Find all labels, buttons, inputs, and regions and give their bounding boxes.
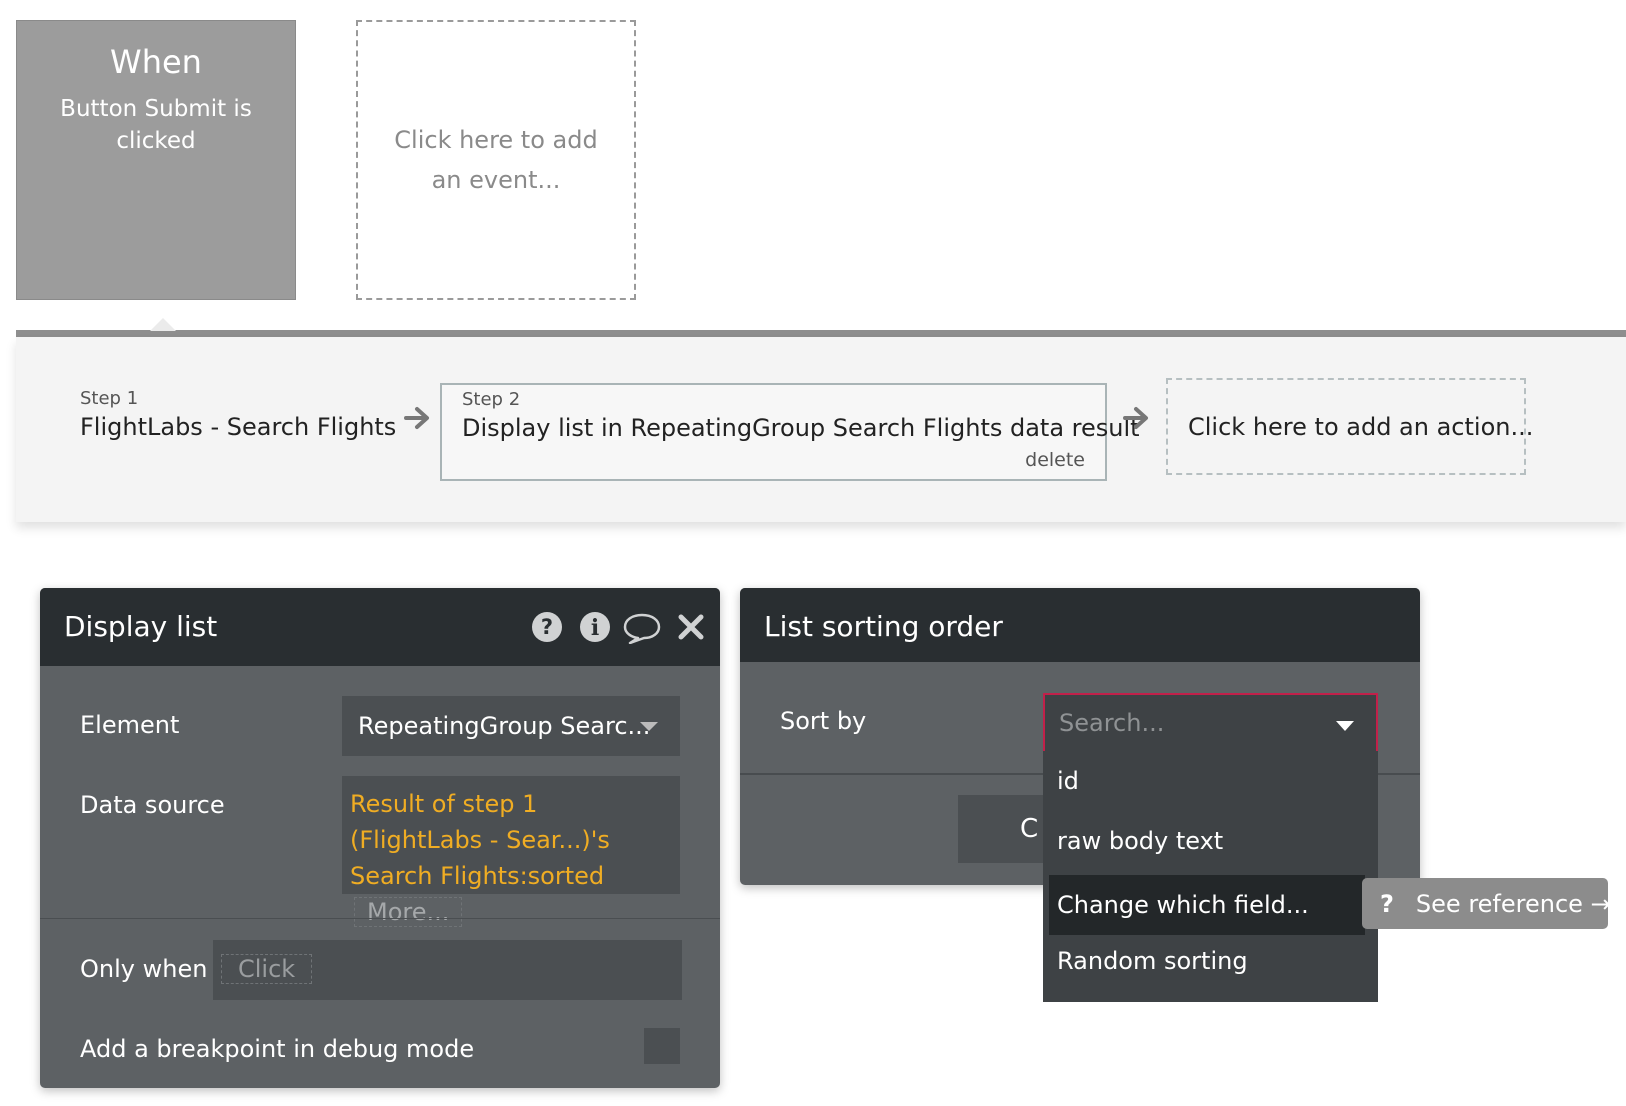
only-when-placeholder[interactable]: Click: [221, 954, 313, 984]
breakpoint-label: Add a breakpoint in debug mode: [80, 1035, 475, 1063]
display-list-panel: Display list ? i Element RepeatingGroup …: [40, 588, 720, 1088]
comment-icon[interactable]: [622, 610, 662, 645]
list-sorting-title: List sorting order: [764, 610, 1003, 643]
sort-options-list: id raw body text Change which field... R…: [1043, 751, 1378, 1002]
info-icon[interactable]: i: [578, 610, 612, 644]
svg-text:i: i: [591, 615, 599, 641]
breakpoint-checkbox[interactable]: [644, 1028, 680, 1064]
confirm-button-label: C: [1020, 814, 1039, 844]
only-when-input[interactable]: Click: [213, 940, 682, 1000]
list-sorting-header: List sorting order: [740, 588, 1420, 662]
sort-option-change-field[interactable]: Change which field...: [1049, 875, 1365, 935]
add-event-label: Click here to add an event...: [394, 126, 598, 194]
element-value: RepeatingGroup Searc...: [358, 712, 651, 740]
question-icon: ?: [1380, 889, 1394, 918]
workflow-divider: [16, 330, 1626, 337]
only-when-label: Only when: [80, 955, 208, 983]
sort-by-label: Sort by: [780, 707, 867, 735]
arrow-right-icon: [1122, 403, 1152, 441]
sort-option-raw-body-text[interactable]: raw body text: [1043, 811, 1378, 871]
step-1-number: Step 1: [80, 388, 139, 409]
see-reference-link[interactable]: ? See reference →: [1362, 878, 1611, 929]
sort-option-id[interactable]: id: [1043, 751, 1378, 811]
step-2-name: Display list in RepeatingGroup Search Fl…: [462, 414, 1140, 442]
svg-text:?: ?: [541, 615, 553, 639]
data-source-value[interactable]: Result of step 1 (FlightLabs - Sear...)'…: [350, 790, 610, 890]
step-2-number: Step 2: [462, 389, 521, 410]
data-source-expression[interactable]: Result of step 1 (FlightLabs - Sear...)'…: [342, 776, 680, 927]
event-subtitle: Button Submit is clicked: [60, 96, 252, 154]
data-source-label: Data source: [80, 791, 225, 819]
chevron-down-icon: [640, 722, 658, 731]
event-title: When: [110, 43, 202, 81]
display-list-title: Display list: [64, 610, 218, 643]
display-list-header: Display list ? i: [40, 588, 720, 666]
section-divider: [40, 918, 720, 919]
workflow-step-2[interactable]: Step 2 Display list in RepeatingGroup Se…: [440, 383, 1140, 481]
workflow-step-1[interactable]: Step 1 FlightLabs - Search Flights: [80, 388, 396, 441]
step-1-name: FlightLabs - Search Flights: [80, 413, 397, 441]
delete-step-link[interactable]: delete: [1025, 449, 1085, 471]
close-icon[interactable]: [674, 610, 708, 644]
help-icon[interactable]: ?: [530, 610, 564, 644]
add-event-button[interactable]: Click here to add an event...: [356, 20, 636, 300]
selected-event-pointer: [150, 318, 176, 331]
add-action-button[interactable]: Click here to add an action...: [1166, 378, 1533, 475]
event-card-when[interactable]: When Button Submit is clicked: [16, 20, 296, 300]
sort-option-random[interactable]: Random sorting: [1043, 931, 1378, 991]
element-dropdown[interactable]: RepeatingGroup Searc...: [342, 696, 680, 756]
element-label: Element: [80, 711, 180, 739]
sort-by-search[interactable]: [1043, 693, 1378, 751]
see-reference-label: See reference →: [1415, 889, 1611, 918]
more-button[interactable]: More...: [354, 897, 463, 927]
sort-by-search-input[interactable]: [1059, 709, 1319, 737]
arrow-right-icon: [403, 403, 433, 441]
add-action-label: Click here to add an action...: [1188, 412, 1534, 441]
chevron-down-icon[interactable]: [1336, 721, 1354, 731]
